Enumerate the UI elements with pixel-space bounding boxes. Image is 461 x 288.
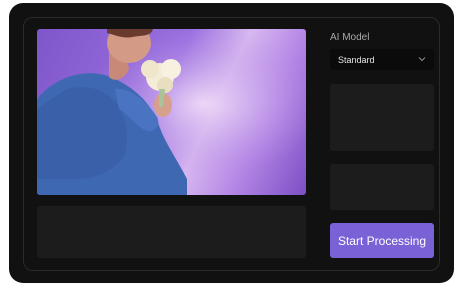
settings-panel-lower [330,164,434,210]
app-window: AI Model Standard Start Processing [9,3,454,283]
ai-model-selected-value: Standard [338,54,375,65]
timeline-panel [37,206,306,258]
settings-panel-upper [330,84,434,151]
ai-model-label: AI Model [330,32,370,43]
chevron-down-icon [418,57,426,62]
start-processing-button[interactable]: Start Processing [330,223,434,258]
preview-image [37,29,306,195]
ai-model-select[interactable]: Standard [330,49,434,70]
video-preview [37,29,306,195]
